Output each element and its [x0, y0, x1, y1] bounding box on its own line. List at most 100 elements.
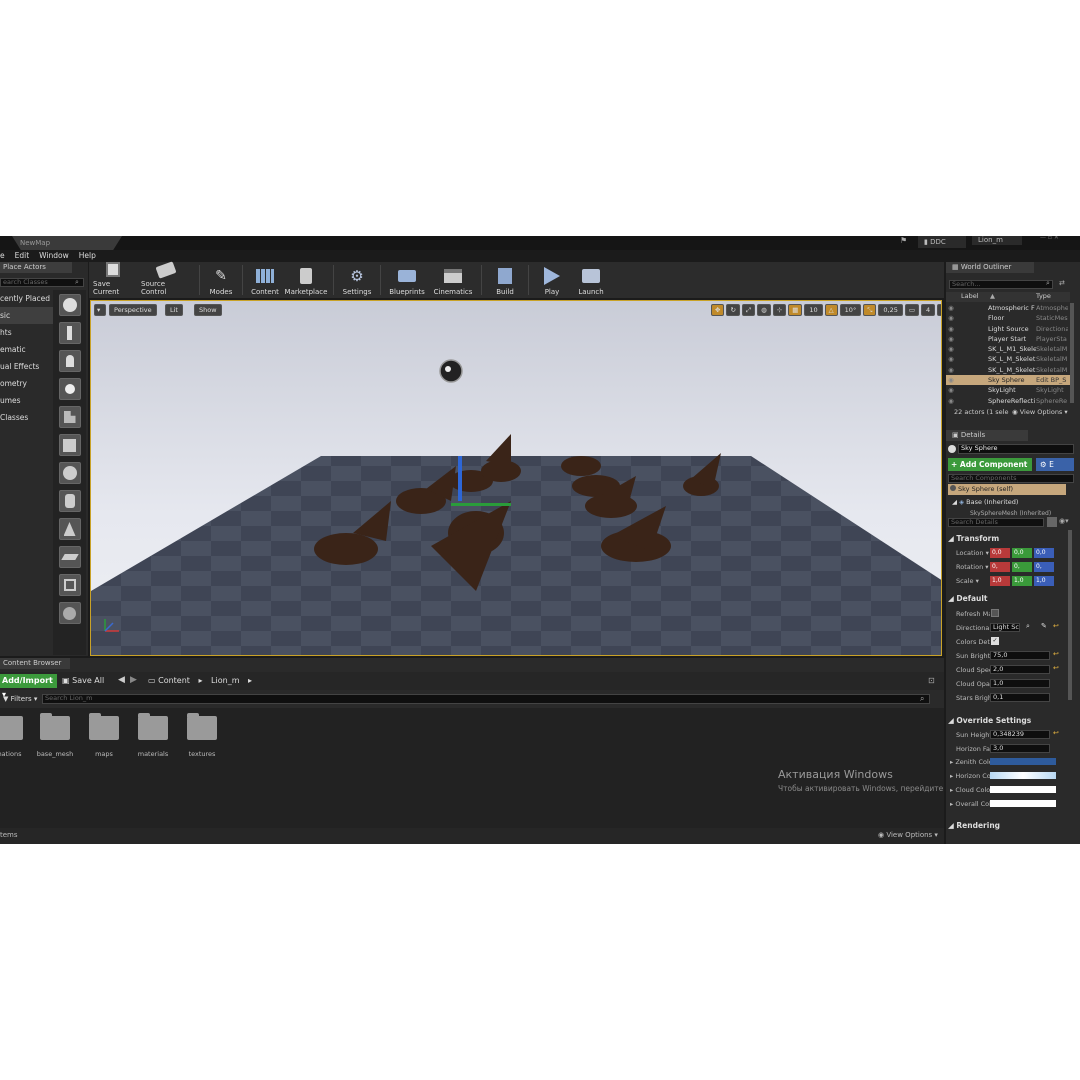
- scale-mode-icon[interactable]: ⤢: [741, 304, 756, 316]
- sphere-actor-icon[interactable]: [58, 294, 81, 316]
- scale-y[interactable]: 1,0: [1012, 576, 1032, 586]
- column-type-header[interactable]: Type: [1036, 292, 1051, 300]
- level-viewport[interactable]: ▾ Perspective Lit Show ✥ ↻ ⤢ ◍ ⊹ ▦ 10 △ …: [90, 300, 942, 656]
- camera-speed-value[interactable]: 4: [921, 304, 936, 316]
- viewport-options-button[interactable]: ▾: [94, 304, 106, 316]
- folder-textures[interactable]: textures: [185, 713, 219, 758]
- modes-button[interactable]: ✎ Modes: [208, 262, 234, 296]
- outliner-view-options-button[interactable]: ◉ View Options ▾: [1012, 408, 1068, 416]
- eye-icon[interactable]: ◉: [946, 344, 956, 354]
- outliner-row[interactable]: ◉ Light Source Directiona: [946, 324, 1070, 334]
- zenith-color-swatch[interactable]: [990, 758, 1056, 765]
- sun-brightness-field[interactable]: 75,0: [990, 651, 1050, 660]
- reset-icon[interactable]: ↩: [1053, 622, 1059, 630]
- rotation-y[interactable]: 0,: [1012, 562, 1032, 572]
- directional-light-field[interactable]: Light Sc: [990, 623, 1020, 632]
- maximize-viewport-icon[interactable]: ⊞: [937, 304, 941, 316]
- history-back-icon[interactable]: ◀: [118, 675, 125, 685]
- breadcrumb-lion-m[interactable]: Lion_m: [211, 676, 239, 685]
- scale-label[interactable]: Scale ▾: [956, 577, 990, 585]
- category-basic[interactable]: sic: [0, 307, 53, 324]
- scale-x[interactable]: 1,0: [990, 576, 1010, 586]
- build-button[interactable]: Build: [490, 262, 520, 296]
- grid-snap-value[interactable]: 10: [804, 304, 823, 316]
- browse-icon[interactable]: ⌕: [1026, 622, 1030, 631]
- rotation-snap-icon[interactable]: △: [824, 304, 838, 316]
- breadcrumb-chevron-icon[interactable]: ▸: [248, 676, 252, 685]
- outliner-row[interactable]: ◉ Atmospheric FAtmospheri: [946, 303, 1070, 313]
- location-z[interactable]: 0,0: [1034, 548, 1054, 558]
- actor-name-field[interactable]: Sky Sphere: [958, 444, 1074, 454]
- sun-height-field[interactable]: 0,348239: [990, 730, 1050, 739]
- cube-actor-icon[interactable]: [58, 434, 81, 456]
- add-import-button[interactable]: Add/Import ▾: [0, 674, 57, 699]
- outliner-row[interactable]: ◉ SK_L_M_Skelet SkeletalM: [946, 354, 1070, 364]
- source-control-button[interactable]: Source Control: [141, 260, 191, 296]
- category-lights[interactable]: hts: [0, 324, 53, 341]
- location-label[interactable]: Location ▾: [956, 549, 990, 557]
- eye-icon[interactable]: ◉: [946, 385, 956, 395]
- colors-determined-checkbox[interactable]: ✓: [991, 637, 999, 645]
- cloud-opacity-field[interactable]: 1,0: [990, 679, 1050, 688]
- category-recently-placed[interactable]: cently Placed: [0, 290, 53, 307]
- default-section[interactable]: ◢ Default: [948, 594, 988, 603]
- content-search-input[interactable]: Search Lion_m: [42, 694, 930, 704]
- menu-help[interactable]: Help: [79, 250, 96, 261]
- outliner-row[interactable]: ◉ SkyLight SkyLight: [946, 385, 1070, 395]
- edit-blueprint-button[interactable]: ⚙ E: [1036, 458, 1074, 471]
- lock-icon[interactable]: ⊡: [928, 676, 935, 685]
- outliner-row-selected[interactable]: ◉ Sky Sphere Edit BP_S: [946, 375, 1070, 386]
- component-base[interactable]: ◢ ◈ Base (Inherited): [952, 498, 1018, 506]
- outliner-search-input[interactable]: Search...: [949, 280, 1053, 289]
- folder-animations[interactable]: imations: [0, 716, 23, 758]
- eye-icon[interactable]: ◉: [946, 324, 956, 334]
- reset-icon[interactable]: ↩: [1053, 664, 1059, 672]
- search-details-input[interactable]: Search Details: [948, 518, 1044, 527]
- outliner-row[interactable]: ◉ Floor StaticMes: [946, 313, 1070, 323]
- content-button[interactable]: Content: [251, 262, 279, 296]
- cinematics-button[interactable]: Cinematics: [433, 262, 473, 296]
- folder-base-mesh[interactable]: base_mesh: [33, 713, 77, 758]
- search-components-input[interactable]: Search Components: [948, 474, 1074, 483]
- eye-icon[interactable]: ◉▾: [1059, 517, 1069, 525]
- location-y[interactable]: 0,0: [1012, 548, 1032, 558]
- launch-button[interactable]: Launch: [575, 262, 607, 296]
- world-outliner-tab[interactable]: ▦ World Outliner: [946, 262, 1034, 273]
- category-cinematic[interactable]: ematic: [0, 341, 53, 358]
- history-forward-icon[interactable]: ▶: [130, 675, 137, 685]
- search-classes-input[interactable]: earch Classes: [0, 278, 84, 287]
- stars-brightness-field[interactable]: 0,1: [990, 693, 1050, 702]
- player-start-icon[interactable]: [58, 406, 81, 428]
- world-local-icon[interactable]: ◍: [757, 304, 771, 316]
- save-all-button[interactable]: ▣ Save All: [62, 676, 104, 685]
- cone-actor-icon[interactable]: [58, 518, 81, 540]
- breadcrumb-content[interactable]: Content: [158, 676, 190, 685]
- menu-edit[interactable]: Edit: [15, 250, 30, 261]
- outliner-row[interactable]: ◉ SK_L_M_Skelet SkeletalM: [946, 365, 1070, 375]
- eye-icon[interactable]: ◉: [946, 365, 956, 375]
- overall-color-swatch[interactable]: [990, 800, 1056, 807]
- content-browser-tab[interactable]: Content Browser: [0, 658, 70, 669]
- sphere-trigger-icon[interactable]: [58, 602, 81, 624]
- surface-snap-icon[interactable]: ⊹: [772, 304, 787, 316]
- eye-icon[interactable]: ◉: [946, 313, 956, 323]
- menu-file[interactable]: e: [0, 250, 5, 261]
- outliner-row[interactable]: ◉ SK_L_M1_Skele SkeletalM: [946, 344, 1070, 354]
- rotate-mode-icon[interactable]: ↻: [726, 304, 740, 316]
- scale-snap-icon[interactable]: ⤡: [863, 304, 877, 316]
- column-label-header[interactable]: Label: [961, 292, 979, 300]
- horizon-color-swatch[interactable]: [990, 772, 1056, 779]
- outliner-row[interactable]: ◉ SphereReflecti SphereRe: [946, 396, 1070, 406]
- details-scrollbar[interactable]: [1068, 530, 1072, 700]
- outliner-scrollbar[interactable]: [1070, 303, 1074, 403]
- filters-button[interactable]: ▼ Filters ▾: [3, 695, 37, 703]
- document-tab[interactable]: NewMap: [12, 236, 122, 250]
- location-x[interactable]: 0,0: [990, 548, 1010, 558]
- place-actors-tab[interactable]: Place Actors: [0, 262, 72, 273]
- reset-icon[interactable]: ↩: [1053, 650, 1059, 658]
- menu-window[interactable]: Window: [39, 250, 69, 261]
- eye-icon[interactable]: ◉: [946, 303, 956, 313]
- plane-actor-icon[interactable]: [58, 546, 81, 568]
- eye-icon[interactable]: ◉: [946, 396, 956, 406]
- camera-speed-icon[interactable]: ▭: [904, 304, 920, 316]
